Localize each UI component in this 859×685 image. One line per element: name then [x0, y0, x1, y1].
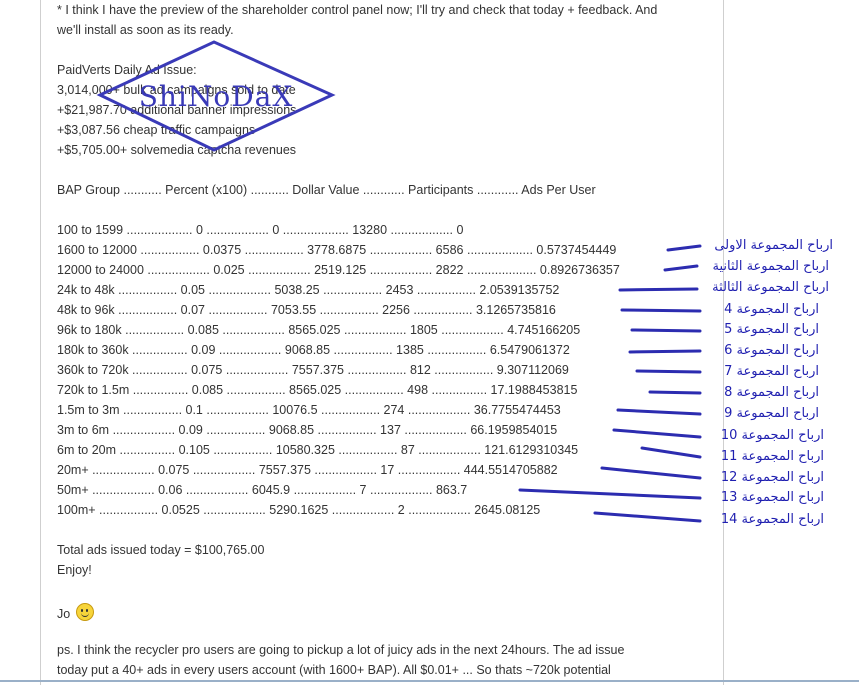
watermark-stamp: ShiNoDaX — [96, 40, 336, 152]
pointer-line-10 — [612, 428, 702, 439]
annotation-group-7: ارباح المجموعة 7 — [724, 364, 819, 379]
annotation-group-1: ارباح المجموعة الاولى — [714, 238, 833, 253]
pointer-line-9 — [616, 408, 702, 416]
annotation-group-3: ارباح المجموعة الثالثة — [712, 280, 829, 295]
pointer-line-1 — [666, 244, 702, 252]
annotation-group-14: ارباح المجموعة 14 — [720, 512, 824, 527]
pointer-line-2 — [663, 264, 699, 272]
annotation-group-13: ارباح المجموعة 13 — [720, 490, 824, 505]
annotation-group-4: ارباح المجموعة 4 — [724, 302, 819, 317]
annotation-group-11: ارباح المجموعة 11 — [720, 449, 824, 464]
annotation-group-10: ارباح المجموعة 10 — [720, 428, 824, 443]
watermark-text: ShiNoDaX — [139, 80, 294, 113]
pointer-line-6 — [628, 349, 702, 354]
pointer-line-3 — [618, 287, 699, 292]
screenshot-page: * I think I have the preview of the shar… — [0, 0, 859, 685]
pointer-line-14 — [593, 511, 702, 523]
annotation-group-6: ارباح المجموعة 6 — [724, 343, 819, 358]
pointer-line-11 — [640, 446, 702, 459]
pointer-line-5 — [630, 328, 702, 333]
annotation-group-8: ارباح المجموعة 8 — [724, 385, 819, 400]
pointer-line-8 — [648, 390, 702, 395]
pointer-line-12 — [600, 466, 702, 480]
pointer-line-13 — [518, 488, 702, 500]
annotation-group-5: ارباح المجموعة 5 — [724, 322, 819, 337]
window-bottom-border — [0, 680, 859, 682]
annotation-group-9: ارباح المجموعة 9 — [724, 406, 819, 421]
pointer-line-4 — [620, 308, 702, 313]
pointer-line-7 — [635, 369, 702, 374]
annotation-group-12: ارباح المجموعة 12 — [720, 470, 824, 485]
annotation-group-2: ارباح المجموعة الثانية — [712, 259, 829, 274]
